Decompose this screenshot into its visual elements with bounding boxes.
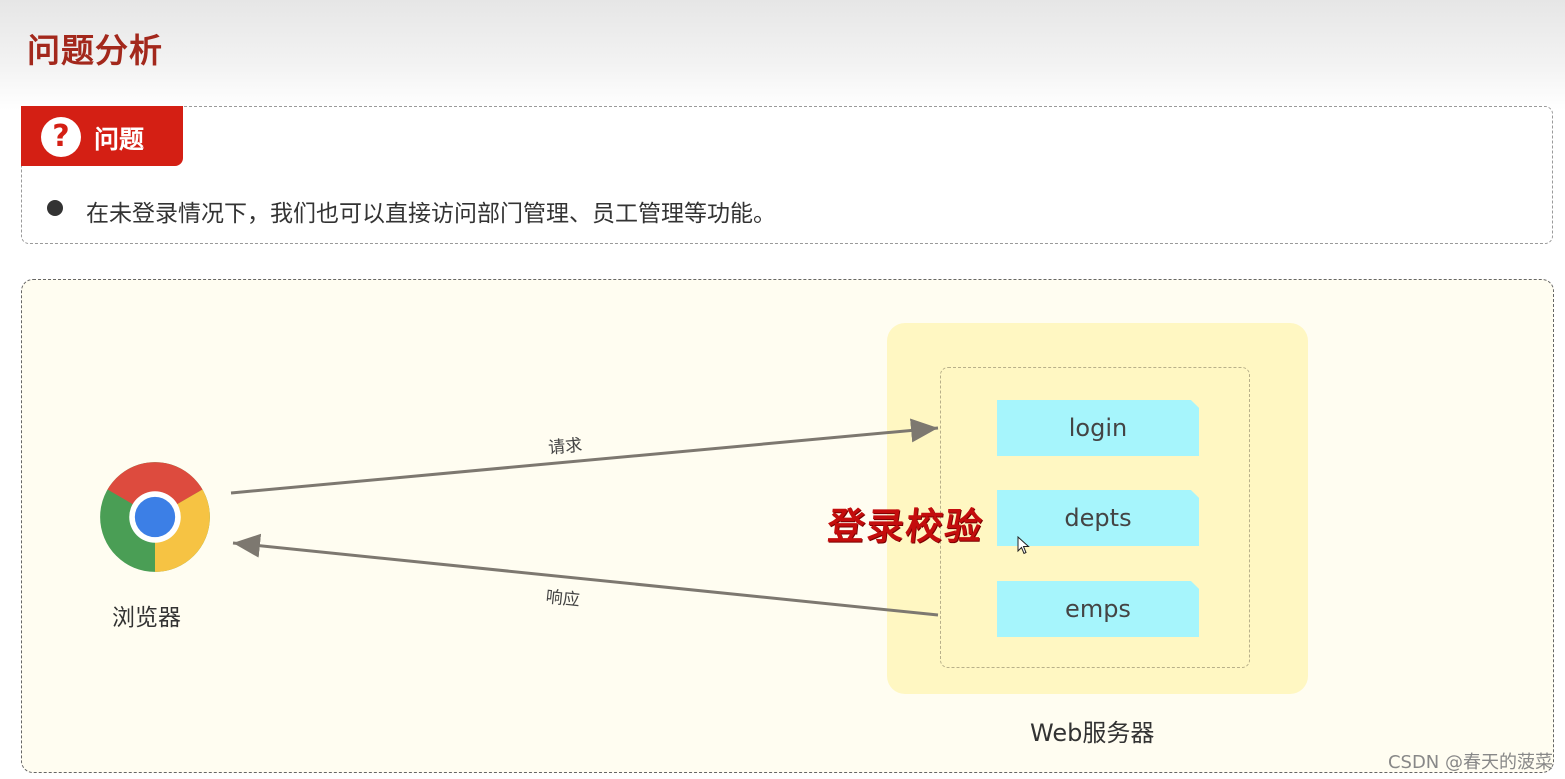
response-arrow bbox=[232, 533, 939, 617]
request-label: 请求 bbox=[547, 435, 584, 459]
response-label: 响应 bbox=[544, 587, 581, 611]
watermark: CSDN @春天的菠菜 bbox=[1387, 752, 1553, 773]
flow-arrows bbox=[230, 418, 939, 617]
login-check-overlay: 登录校验 bbox=[825, 504, 986, 548]
request-arrow bbox=[230, 418, 939, 495]
mouse-cursor-icon bbox=[1017, 536, 1030, 555]
